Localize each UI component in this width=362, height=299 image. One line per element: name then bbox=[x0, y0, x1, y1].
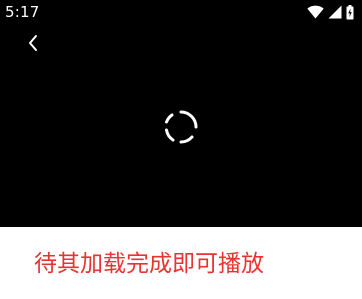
cell-signal-icon bbox=[328, 5, 342, 19]
status-bar: 5:17 bbox=[0, 0, 362, 24]
loading-message-panel: 待其加载完成即可播放 bbox=[0, 227, 362, 299]
status-time: 5:17 bbox=[5, 3, 40, 21]
chevron-left-icon bbox=[27, 34, 39, 52]
wifi-icon bbox=[307, 5, 324, 19]
battery-charging-icon bbox=[346, 4, 354, 20]
back-button[interactable] bbox=[20, 30, 46, 56]
video-screen: 5:17 待其加载完成即可播放 bbox=[0, 0, 362, 299]
spinner-icon bbox=[162, 108, 200, 146]
loading-message: 待其加载完成即可播放 bbox=[34, 251, 264, 277]
status-icons bbox=[307, 4, 354, 20]
video-player[interactable]: 5:17 bbox=[0, 0, 362, 227]
